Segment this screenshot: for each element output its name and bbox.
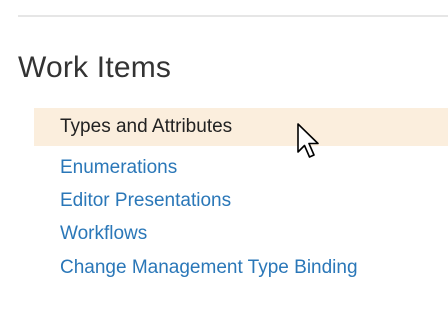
nav-item-change-management-type-binding[interactable]: Change Management Type Binding — [34, 256, 390, 280]
work-items-nav-list: Types and Attributes Enumerations Editor… — [34, 108, 448, 280]
mouse-pointer-icon — [297, 123, 319, 158]
section-heading: Work Items — [18, 51, 172, 84]
nav-item-workflows[interactable]: Workflows — [34, 223, 448, 245]
page: Work Items Types and Attributes Enumerat… — [0, 0, 448, 327]
top-divider — [18, 15, 448, 17]
nav-item-editor-presentations[interactable]: Editor Presentations — [34, 190, 448, 212]
nav-item-types-and-attributes[interactable]: Types and Attributes — [34, 108, 448, 146]
nav-item-enumerations[interactable]: Enumerations — [34, 157, 448, 179]
